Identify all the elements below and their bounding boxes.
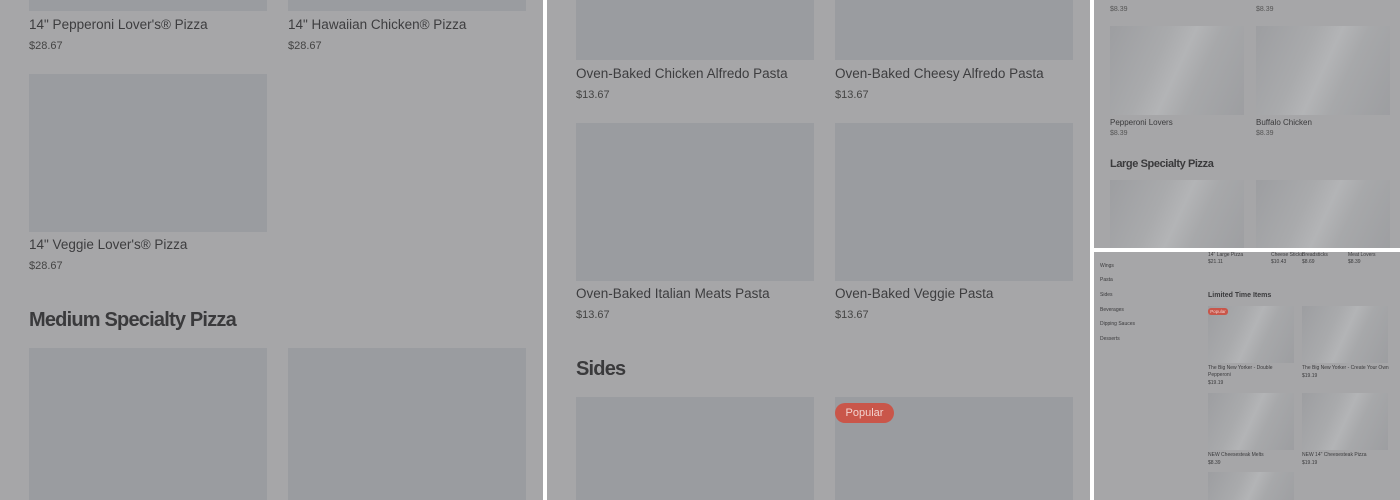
product-image[interactable] bbox=[288, 0, 526, 11]
popular-badge: Popular bbox=[1208, 308, 1228, 315]
product-image[interactable] bbox=[1110, 26, 1244, 115]
menu-panel-pasta: Oven-Baked Chicken Alfredo Pasta $13.67 … bbox=[547, 0, 1090, 500]
product-image[interactable] bbox=[1302, 306, 1388, 363]
sidebar-item-desserts[interactable]: Desserts bbox=[1100, 336, 1120, 342]
product-image[interactable] bbox=[576, 0, 814, 60]
product-image[interactable] bbox=[29, 348, 267, 500]
product-price: $19.19 bbox=[1208, 380, 1224, 386]
product-price: $8.39 bbox=[1208, 460, 1221, 466]
product-image[interactable] bbox=[288, 348, 526, 500]
product-image[interactable] bbox=[1208, 393, 1294, 450]
product-price: $28.67 bbox=[288, 40, 322, 52]
product-price: $13.67 bbox=[576, 309, 610, 321]
product-name[interactable]: 14" Hawaiian Chicken® Pizza bbox=[288, 17, 466, 32]
product-image[interactable] bbox=[835, 0, 1073, 60]
product-price: $8.39 bbox=[1110, 6, 1128, 13]
product-name[interactable]: 14" Pepperoni Lover's® Pizza bbox=[29, 17, 208, 32]
product-price: $8.39 bbox=[1110, 130, 1128, 137]
product-price: $13.67 bbox=[835, 309, 869, 321]
product-name[interactable]: Cheese Sticks bbox=[1271, 252, 1303, 258]
product-image[interactable] bbox=[576, 123, 814, 281]
product-price: $28.67 bbox=[29, 260, 63, 272]
sidebar-item-beverages[interactable]: Beverages bbox=[1100, 307, 1124, 313]
product-price: $10.43 bbox=[1271, 259, 1287, 265]
sidebar-item-pasta[interactable]: Pasta bbox=[1100, 277, 1113, 283]
product-image[interactable] bbox=[29, 0, 267, 11]
product-price: $8.39 bbox=[1348, 259, 1361, 265]
product-image[interactable] bbox=[29, 74, 267, 232]
sidebar-item-sides[interactable]: Sides bbox=[1100, 292, 1113, 298]
product-name[interactable]: NEW 14" Cheesesteak Pizza bbox=[1302, 452, 1367, 458]
product-image[interactable] bbox=[1110, 180, 1244, 248]
section-heading: Medium Specialty Pizza bbox=[29, 309, 237, 331]
product-name[interactable]: Oven-Baked Chicken Alfredo Pasta bbox=[576, 66, 788, 81]
product-image[interactable] bbox=[1256, 26, 1390, 115]
product-name[interactable]: The Big New Yorker - Double Pepperoni bbox=[1208, 365, 1292, 379]
product-name[interactable]: Oven-Baked Cheesy Alfredo Pasta bbox=[835, 66, 1044, 81]
menu-panel-limited-time: Wings Pasta Sides Beverages Dipping Sauc… bbox=[1094, 252, 1400, 500]
section-heading: Large Specialty Pizza bbox=[1110, 158, 1214, 170]
menu-panel-medium-pizza: $8.39 $8.39 Pepperoni Lovers $8.39 Buffa… bbox=[1094, 0, 1400, 248]
product-image[interactable] bbox=[576, 397, 814, 500]
product-price: $21.11 bbox=[1208, 259, 1223, 265]
product-price: $19.19 bbox=[1302, 460, 1318, 466]
product-name[interactable]: Oven-Baked Veggie Pasta bbox=[835, 286, 993, 301]
product-name[interactable]: The Big New Yorker - Create Your Own bbox=[1302, 365, 1389, 371]
sidebar-item-wings[interactable]: Wings bbox=[1100, 263, 1114, 269]
product-name[interactable]: Oven-Baked Italian Meats Pasta bbox=[576, 286, 770, 301]
product-name[interactable]: Breadsticks bbox=[1302, 252, 1328, 258]
section-heading: Limited Time Items bbox=[1208, 292, 1272, 299]
product-name[interactable]: Buffalo Chicken bbox=[1256, 118, 1312, 127]
product-image[interactable] bbox=[1208, 472, 1294, 500]
menu-panel-pizzas-14: 14" Pepperoni Lover's® Pizza $28.67 14" … bbox=[0, 0, 543, 500]
product-price: $28.67 bbox=[29, 40, 63, 52]
product-image[interactable] bbox=[835, 123, 1073, 281]
product-image[interactable] bbox=[1256, 180, 1390, 248]
product-name[interactable]: NEW Cheesesteak Melts bbox=[1208, 452, 1264, 458]
product-price: $19.19 bbox=[1302, 373, 1318, 379]
product-image[interactable] bbox=[1302, 393, 1388, 450]
product-price: $8.39 bbox=[1256, 130, 1274, 137]
product-name[interactable]: Pepperoni Lovers bbox=[1110, 118, 1173, 127]
product-price: $13.67 bbox=[576, 89, 610, 101]
section-heading: Sides bbox=[576, 358, 626, 380]
product-price: $13.67 bbox=[835, 89, 869, 101]
product-price: $8.69 bbox=[1302, 259, 1315, 265]
sidebar-item-dipping-sauces[interactable]: Dipping Sauces bbox=[1100, 321, 1135, 327]
popular-badge: Popular bbox=[835, 403, 894, 423]
product-name[interactable]: 14" Large Pizza bbox=[1208, 252, 1243, 258]
product-name[interactable]: Meat Lovers bbox=[1348, 252, 1376, 258]
product-name[interactable]: 14" Veggie Lover's® Pizza bbox=[29, 237, 187, 252]
product-price: $8.39 bbox=[1256, 6, 1274, 13]
